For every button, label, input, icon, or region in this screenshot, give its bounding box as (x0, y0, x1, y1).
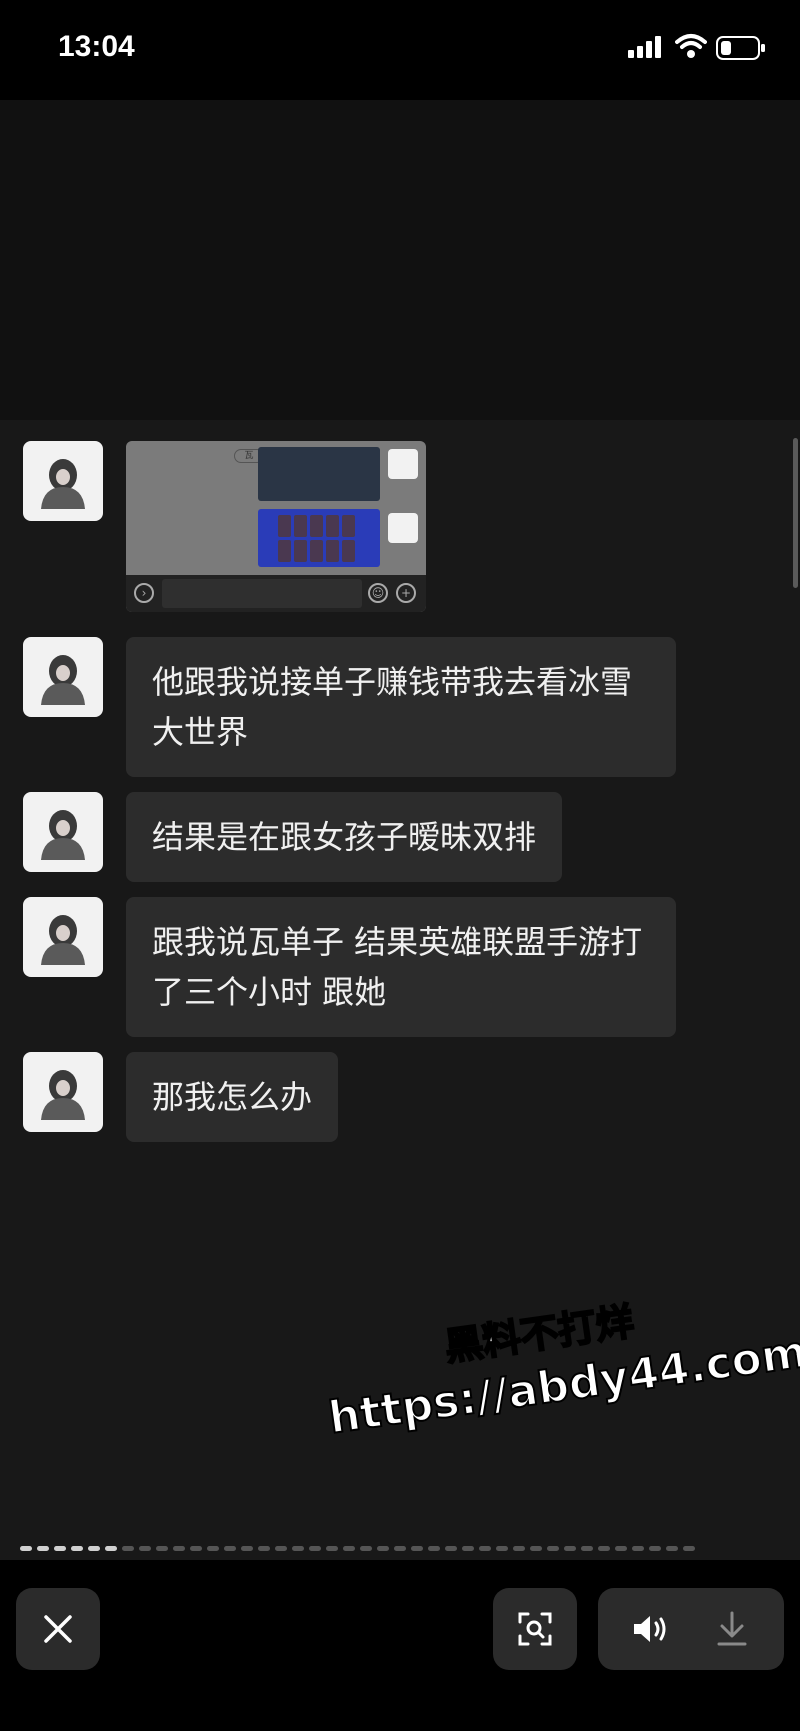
page-dot (343, 1546, 355, 1551)
page-dot (122, 1546, 134, 1551)
image-avatar (388, 513, 418, 543)
page-dot (88, 1546, 100, 1551)
image-input-bar: › ☺ + (126, 575, 426, 612)
page-dot (479, 1546, 491, 1551)
page-dot (105, 1546, 117, 1551)
bottom-toolbar (0, 1560, 800, 1731)
scan-button[interactable] (493, 1588, 577, 1670)
download-icon[interactable] (716, 1611, 748, 1647)
image-voice-icon: › (134, 583, 154, 603)
status-time: 13:04 (58, 30, 135, 63)
page-dot (530, 1546, 542, 1551)
page-dot (547, 1546, 559, 1551)
page-dot (615, 1546, 627, 1551)
page-dot (54, 1546, 66, 1551)
page-dot (37, 1546, 49, 1551)
signal-icon (628, 36, 661, 58)
page-dot (139, 1546, 151, 1551)
page-dot (360, 1546, 372, 1551)
page-dot (258, 1546, 270, 1551)
page-dot (666, 1546, 678, 1551)
page-dot (190, 1546, 202, 1551)
avatar-figure-icon (41, 459, 85, 509)
page-dot (564, 1546, 576, 1551)
image-panel-top (258, 447, 380, 501)
page-dot (326, 1546, 338, 1551)
message-bubble[interactable]: 那我怎么办 (126, 1052, 339, 1142)
image-emoji-icon: ☺ (368, 583, 388, 603)
avatar-figure-icon (41, 915, 85, 965)
avatar[interactable] (23, 441, 103, 521)
avatar[interactable] (23, 1052, 103, 1132)
status-bar: 13:04 (0, 0, 800, 100)
image-panel-cards (258, 509, 380, 567)
page-dot (445, 1546, 457, 1551)
page-dot (275, 1546, 287, 1551)
page-dot (411, 1546, 423, 1551)
close-icon (44, 1615, 72, 1643)
page-dot (207, 1546, 219, 1551)
page-dot (683, 1546, 695, 1551)
page-dot (20, 1546, 32, 1551)
media-controls (598, 1588, 784, 1670)
avatar-figure-icon (41, 655, 85, 705)
page-indicator (20, 1546, 780, 1554)
image-plus-icon: + (396, 583, 416, 603)
image-input-field (162, 579, 362, 608)
page-dot (428, 1546, 440, 1551)
scan-icon (518, 1612, 552, 1646)
avatar[interactable] (23, 792, 103, 872)
page-dot (632, 1546, 644, 1551)
page-dot (241, 1546, 253, 1551)
page-dot (649, 1546, 661, 1551)
avatar[interactable] (23, 637, 103, 717)
message-bubble[interactable]: 跟我说瓦单子 结果英雄联盟手游打了三个小时 跟她 (126, 897, 676, 1037)
page-dot (71, 1546, 83, 1551)
page-dot (224, 1546, 236, 1551)
image-avatar (388, 449, 418, 479)
page-dot (292, 1546, 304, 1551)
image-message[interactable]: 瓦 › ☺ + (126, 441, 426, 612)
volume-icon[interactable] (632, 1613, 672, 1645)
page-dot (394, 1546, 406, 1551)
page-dot (156, 1546, 168, 1551)
page-dot (462, 1546, 474, 1551)
page-dot (309, 1546, 321, 1551)
avatar[interactable] (23, 897, 103, 977)
page-dot (173, 1546, 185, 1551)
page-dot (496, 1546, 508, 1551)
avatar-figure-icon (41, 1070, 85, 1120)
page-dot (581, 1546, 593, 1551)
page-dot (513, 1546, 525, 1551)
message-bubble[interactable]: 结果是在跟女孩子暧昧双排 (126, 792, 563, 882)
battery-icon (716, 36, 765, 60)
message-bubble[interactable]: 他跟我说接单子赚钱带我去看冰雪大世界 (126, 637, 676, 777)
page-dot (598, 1546, 610, 1551)
wifi-icon (675, 34, 707, 58)
page-dot (377, 1546, 389, 1551)
close-button[interactable] (16, 1588, 100, 1670)
scrollbar-thumb[interactable] (793, 438, 798, 588)
empty-top-area (0, 100, 800, 420)
avatar-figure-icon (41, 810, 85, 860)
